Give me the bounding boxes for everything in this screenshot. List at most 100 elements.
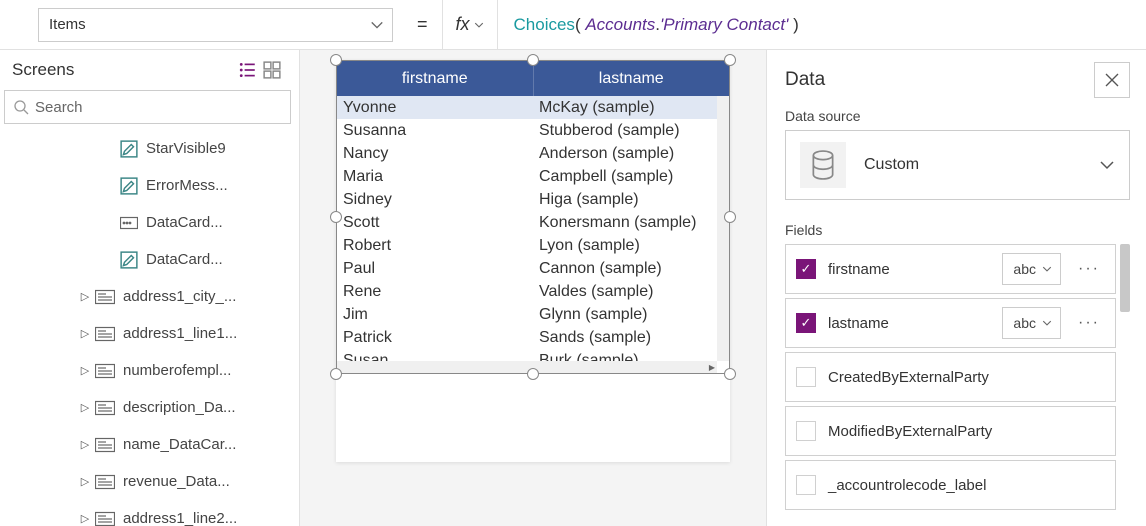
tree-item[interactable]: DataCard... xyxy=(0,241,299,278)
database-icon xyxy=(800,142,846,188)
resize-handle[interactable] xyxy=(724,211,736,223)
field-row[interactable]: ✓ firstname abc ··· xyxy=(785,244,1116,294)
close-icon xyxy=(1104,72,1120,88)
property-select-value: Items xyxy=(49,16,86,33)
table-row[interactable]: YvonneMcKay (sample) xyxy=(337,96,729,119)
expand-icon[interactable]: ▷ xyxy=(75,475,95,488)
checkbox[interactable] xyxy=(796,475,816,495)
search-placeholder: Search xyxy=(35,99,83,116)
tree-item-label: address1_line1... xyxy=(123,325,237,342)
equals-label: = xyxy=(403,14,442,35)
tree-item[interactable]: ▷ address1_line1... xyxy=(0,315,299,352)
cell: Anderson (sample) xyxy=(533,142,729,165)
cell: Patrick xyxy=(337,326,533,349)
expand-icon[interactable]: ▷ xyxy=(75,364,95,377)
field-type-select[interactable]: abc xyxy=(1002,253,1061,285)
fields-list: ✓firstnameabc ···✓lastnameabc ···Created… xyxy=(785,244,1130,510)
data-source-value: Custom xyxy=(864,156,919,174)
field-row[interactable]: ModifiedByExternalParty xyxy=(785,406,1116,456)
resize-handle[interactable] xyxy=(527,368,539,380)
cell: Robert xyxy=(337,234,533,257)
cell: Maria xyxy=(337,165,533,188)
table-row[interactable]: NancyAnderson (sample) xyxy=(337,142,729,165)
table-row[interactable]: ReneValdes (sample) xyxy=(337,280,729,303)
fx-button[interactable]: fx xyxy=(443,0,498,49)
checkbox[interactable]: ✓ xyxy=(796,313,816,333)
tree-item-label: name_DataCar... xyxy=(123,436,236,453)
table-row[interactable]: PaulCannon (sample) xyxy=(337,257,729,280)
close-button[interactable] xyxy=(1094,62,1130,98)
expand-icon[interactable]: ▷ xyxy=(75,327,95,340)
checkbox[interactable] xyxy=(796,421,816,441)
formula-input[interactable]: Choices( Accounts.'Primary Contact' ) xyxy=(498,15,1146,35)
tree-item[interactable]: ▷ description_Da... xyxy=(0,389,299,426)
tree-item[interactable]: ▷numberofempl... xyxy=(0,352,299,389)
more-button[interactable]: ··· xyxy=(1073,260,1105,278)
column-header[interactable]: lastname xyxy=(534,61,730,96)
cell: Konersmann (sample) xyxy=(533,211,729,234)
more-button[interactable]: ··· xyxy=(1073,314,1105,332)
tree-item[interactable]: DataCard... xyxy=(0,204,299,241)
vertical-scrollbar[interactable] xyxy=(717,96,729,361)
tree-item-label: description_Da... xyxy=(123,399,236,416)
column-header[interactable]: firstname xyxy=(337,61,534,96)
search-input[interactable]: Search xyxy=(4,90,291,124)
tree-item[interactable]: ▷revenue_Data... xyxy=(0,463,299,500)
table-row[interactable]: PatrickSands (sample) xyxy=(337,326,729,349)
expand-icon[interactable]: ▷ xyxy=(75,290,95,303)
expand-icon[interactable]: ▷ xyxy=(75,438,95,451)
tree-item[interactable]: ▷ address1_line2... xyxy=(0,500,299,526)
field-type-select[interactable]: abc xyxy=(1002,307,1061,339)
cell: Cannon (sample) xyxy=(533,257,729,280)
tree-item[interactable]: StarVisible9 xyxy=(0,130,299,167)
field-label: ModifiedByExternalParty xyxy=(828,423,1105,440)
expand-icon[interactable]: ▷ xyxy=(75,401,95,414)
screens-grid-icon[interactable] xyxy=(263,61,287,79)
table-row[interactable]: RobertLyon (sample) xyxy=(337,234,729,257)
expand-icon[interactable]: ▷ xyxy=(75,512,95,525)
resize-handle[interactable] xyxy=(527,54,539,66)
cell: Sands (sample) xyxy=(533,326,729,349)
cell: Stubberod (sample) xyxy=(533,119,729,142)
formula-bar: Items = fx Choices( Accounts.'Primary Co… xyxy=(0,0,1146,50)
resize-handle[interactable] xyxy=(724,368,736,380)
data-panel-title: Data xyxy=(785,69,1094,91)
property-select[interactable]: Items xyxy=(38,8,393,42)
table-row[interactable]: ScottKonersmann (sample) xyxy=(337,211,729,234)
tree-item-label: address1_line2... xyxy=(123,510,237,526)
table-row[interactable]: SidneyHiga (sample) xyxy=(337,188,729,211)
data-source-select[interactable]: Custom xyxy=(785,130,1130,200)
screens-list-icon[interactable] xyxy=(239,61,263,79)
tree-item[interactable]: ▷ name_DataCar... xyxy=(0,426,299,463)
cell: Paul xyxy=(337,257,533,280)
field-label: firstname xyxy=(828,261,990,278)
resize-handle[interactable] xyxy=(330,368,342,380)
data-source-label: Data source xyxy=(785,108,1130,124)
resize-handle[interactable] xyxy=(330,211,342,223)
tree-item-label: address1_city_... xyxy=(123,288,236,305)
tree-item[interactable]: ▷ address1_city_... xyxy=(0,278,299,315)
checkbox[interactable] xyxy=(796,367,816,387)
table-row[interactable]: SusannaStubberod (sample) xyxy=(337,119,729,142)
canvas[interactable]: firstname lastname YvonneMcKay (sample)S… xyxy=(300,50,766,526)
cell: Susanna xyxy=(337,119,533,142)
resize-handle[interactable] xyxy=(724,54,736,66)
cell: Glynn (sample) xyxy=(533,303,729,326)
cell: Valdes (sample) xyxy=(533,280,729,303)
checkbox[interactable]: ✓ xyxy=(796,259,816,279)
data-table-control[interactable]: firstname lastname YvonneMcKay (sample)S… xyxy=(336,60,730,374)
vertical-scrollbar[interactable] xyxy=(1120,244,1130,312)
table-row[interactable]: JimGlynn (sample) xyxy=(337,303,729,326)
cell: Jim xyxy=(337,303,533,326)
fields-label: Fields xyxy=(785,222,1130,238)
resize-handle[interactable] xyxy=(330,54,342,66)
field-row[interactable]: ✓lastnameabc ··· xyxy=(785,298,1116,348)
table-row[interactable]: MariaCampbell (sample) xyxy=(337,165,729,188)
tree-item[interactable]: ErrorMess... xyxy=(0,167,299,204)
field-label: CreatedByExternalParty xyxy=(828,369,1105,386)
chevron-down-icon xyxy=(370,18,384,32)
field-row[interactable]: CreatedByExternalParty xyxy=(785,352,1116,402)
cell: Sidney xyxy=(337,188,533,211)
cell: Rene xyxy=(337,280,533,303)
field-row[interactable]: _accountrolecode_label xyxy=(785,460,1116,510)
